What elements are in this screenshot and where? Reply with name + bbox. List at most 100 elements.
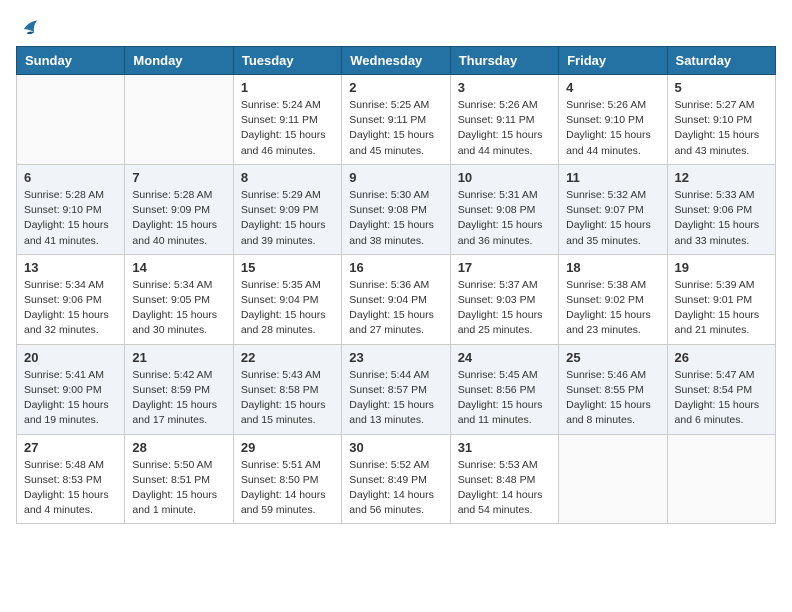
calendar-cell: 5 Sunrise: 5:27 AM Sunset: 9:10 PM Daylig… xyxy=(667,75,775,165)
calendar-cell: 14 Sunrise: 5:34 AM Sunset: 9:05 PM Dayli… xyxy=(125,254,233,344)
day-number: 28 xyxy=(132,440,225,455)
day-info: Sunrise: 5:51 AM Sunset: 8:50 PM Dayligh… xyxy=(241,458,334,519)
day-number: 18 xyxy=(566,260,659,275)
day-info: Sunrise: 5:34 AM Sunset: 9:05 PM Dayligh… xyxy=(132,278,225,339)
calendar-cell xyxy=(667,434,775,524)
calendar-cell: 12 Sunrise: 5:33 AM Sunset: 9:06 PM Dayli… xyxy=(667,164,775,254)
day-number: 5 xyxy=(675,80,768,95)
day-info: Sunrise: 5:44 AM Sunset: 8:57 PM Dayligh… xyxy=(349,368,442,429)
calendar-week-row: 20 Sunrise: 5:41 AM Sunset: 9:00 PM Dayli… xyxy=(17,344,776,434)
day-number: 27 xyxy=(24,440,117,455)
calendar-week-row: 13 Sunrise: 5:34 AM Sunset: 9:06 PM Dayli… xyxy=(17,254,776,344)
day-info: Sunrise: 5:48 AM Sunset: 8:53 PM Dayligh… xyxy=(24,458,117,519)
calendar-cell: 28 Sunrise: 5:50 AM Sunset: 8:51 PM Dayli… xyxy=(125,434,233,524)
day-number: 14 xyxy=(132,260,225,275)
day-number: 30 xyxy=(349,440,442,455)
day-info: Sunrise: 5:37 AM Sunset: 9:03 PM Dayligh… xyxy=(458,278,551,339)
day-info: Sunrise: 5:41 AM Sunset: 9:00 PM Dayligh… xyxy=(24,368,117,429)
calendar-cell: 11Sunrise: 5:32 AM Sunset: 9:07 PM Dayli… xyxy=(559,164,667,254)
weekday-header-saturday: Saturday xyxy=(667,47,775,75)
day-info: Sunrise: 5:42 AM Sunset: 8:59 PM Dayligh… xyxy=(132,368,225,429)
calendar-cell: 31 Sunrise: 5:53 AM Sunset: 8:48 PM Dayli… xyxy=(450,434,558,524)
day-info: Sunrise: 5:39 AM Sunset: 9:01 PM Dayligh… xyxy=(675,278,768,339)
day-info: Sunrise: 5:29 AM Sunset: 9:09 PM Dayligh… xyxy=(241,188,334,249)
day-number: 25 xyxy=(566,350,659,365)
day-info: Sunrise: 5:25 AM Sunset: 9:11 PM Dayligh… xyxy=(349,98,442,159)
day-number: 13 xyxy=(24,260,117,275)
day-info: Sunrise: 5:32 AM Sunset: 9:07 PM Dayligh… xyxy=(566,188,659,249)
day-number: 26 xyxy=(675,350,768,365)
day-info: Sunrise: 5:26 AM Sunset: 9:10 PM Dayligh… xyxy=(566,98,659,159)
calendar-table: SundayMondayTuesdayWednesdayThursdayFrid… xyxy=(16,46,776,524)
calendar-cell: 1 Sunrise: 5:24 AM Sunset: 9:11 PM Daylig… xyxy=(233,75,341,165)
day-number: 20 xyxy=(24,350,117,365)
day-number: 17 xyxy=(458,260,551,275)
calendar-cell: 21 Sunrise: 5:42 AM Sunset: 8:59 PM Dayli… xyxy=(125,344,233,434)
weekday-header-monday: Monday xyxy=(125,47,233,75)
calendar-cell: 13 Sunrise: 5:34 AM Sunset: 9:06 PM Dayli… xyxy=(17,254,125,344)
calendar-cell: 23 Sunrise: 5:44 AM Sunset: 8:57 PM Dayli… xyxy=(342,344,450,434)
calendar-cell: 27 Sunrise: 5:48 AM Sunset: 8:53 PM Dayli… xyxy=(17,434,125,524)
day-number: 10 xyxy=(458,170,551,185)
day-info: Sunrise: 5:27 AM Sunset: 9:10 PM Dayligh… xyxy=(675,98,768,159)
day-number: 15 xyxy=(241,260,334,275)
day-info: Sunrise: 5:45 AM Sunset: 8:56 PM Dayligh… xyxy=(458,368,551,429)
day-info: Sunrise: 5:36 AM Sunset: 9:04 PM Dayligh… xyxy=(349,278,442,339)
calendar-cell: 7Sunrise: 5:28 AM Sunset: 9:09 PM Daylig… xyxy=(125,164,233,254)
day-info: Sunrise: 5:34 AM Sunset: 9:06 PM Dayligh… xyxy=(24,278,117,339)
calendar-week-row: 27 Sunrise: 5:48 AM Sunset: 8:53 PM Dayli… xyxy=(17,434,776,524)
calendar-header-row: SundayMondayTuesdayWednesdayThursdayFrid… xyxy=(17,47,776,75)
calendar-cell: 26 Sunrise: 5:47 AM Sunset: 8:54 PM Dayli… xyxy=(667,344,775,434)
day-info: Sunrise: 5:30 AM Sunset: 9:08 PM Dayligh… xyxy=(349,188,442,249)
calendar-cell: 30 Sunrise: 5:52 AM Sunset: 8:49 PM Dayli… xyxy=(342,434,450,524)
day-number: 19 xyxy=(675,260,768,275)
day-info: Sunrise: 5:43 AM Sunset: 8:58 PM Dayligh… xyxy=(241,368,334,429)
day-number: 2 xyxy=(349,80,442,95)
calendar-week-row: 6Sunrise: 5:28 AM Sunset: 9:10 PM Daylig… xyxy=(17,164,776,254)
calendar-cell: 6Sunrise: 5:28 AM Sunset: 9:10 PM Daylig… xyxy=(17,164,125,254)
day-info: Sunrise: 5:50 AM Sunset: 8:51 PM Dayligh… xyxy=(132,458,225,519)
day-number: 23 xyxy=(349,350,442,365)
day-info: Sunrise: 5:52 AM Sunset: 8:49 PM Dayligh… xyxy=(349,458,442,519)
day-number: 31 xyxy=(458,440,551,455)
calendar-cell: 22 Sunrise: 5:43 AM Sunset: 8:58 PM Dayli… xyxy=(233,344,341,434)
day-number: 12 xyxy=(675,170,768,185)
calendar-cell: 15 Sunrise: 5:35 AM Sunset: 9:04 PM Dayli… xyxy=(233,254,341,344)
calendar-cell: 24 Sunrise: 5:45 AM Sunset: 8:56 PM Dayli… xyxy=(450,344,558,434)
weekday-header-sunday: Sunday xyxy=(17,47,125,75)
day-info: Sunrise: 5:35 AM Sunset: 9:04 PM Dayligh… xyxy=(241,278,334,339)
calendar-cell: 3 Sunrise: 5:26 AM Sunset: 9:11 PM Daylig… xyxy=(450,75,558,165)
day-info: Sunrise: 5:26 AM Sunset: 9:11 PM Dayligh… xyxy=(458,98,551,159)
day-info: Sunrise: 5:31 AM Sunset: 9:08 PM Dayligh… xyxy=(458,188,551,249)
calendar-cell: 29Sunrise: 5:51 AM Sunset: 8:50 PM Dayli… xyxy=(233,434,341,524)
day-number: 9 xyxy=(349,170,442,185)
day-info: Sunrise: 5:47 AM Sunset: 8:54 PM Dayligh… xyxy=(675,368,768,429)
day-number: 3 xyxy=(458,80,551,95)
day-number: 21 xyxy=(132,350,225,365)
calendar-cell: 4 Sunrise: 5:26 AM Sunset: 9:10 PM Daylig… xyxy=(559,75,667,165)
day-info: Sunrise: 5:24 AM Sunset: 9:11 PM Dayligh… xyxy=(241,98,334,159)
day-number: 22 xyxy=(241,350,334,365)
calendar-cell: 2 Sunrise: 5:25 AM Sunset: 9:11 PM Daylig… xyxy=(342,75,450,165)
calendar-week-row: 1 Sunrise: 5:24 AM Sunset: 9:11 PM Daylig… xyxy=(17,75,776,165)
calendar-cell xyxy=(17,75,125,165)
calendar-cell: 16Sunrise: 5:36 AM Sunset: 9:04 PM Dayli… xyxy=(342,254,450,344)
day-number: 1 xyxy=(241,80,334,95)
calendar-cell xyxy=(125,75,233,165)
weekday-header-wednesday: Wednesday xyxy=(342,47,450,75)
weekday-header-tuesday: Tuesday xyxy=(233,47,341,75)
calendar-cell xyxy=(559,434,667,524)
day-number: 6 xyxy=(24,170,117,185)
calendar-cell: 9 Sunrise: 5:30 AM Sunset: 9:08 PM Daylig… xyxy=(342,164,450,254)
day-number: 24 xyxy=(458,350,551,365)
calendar-cell: 20 Sunrise: 5:41 AM Sunset: 9:00 PM Dayli… xyxy=(17,344,125,434)
day-info: Sunrise: 5:38 AM Sunset: 9:02 PM Dayligh… xyxy=(566,278,659,339)
day-info: Sunrise: 5:28 AM Sunset: 9:09 PM Dayligh… xyxy=(132,188,225,249)
logo-bird-icon xyxy=(18,16,40,38)
day-info: Sunrise: 5:53 AM Sunset: 8:48 PM Dayligh… xyxy=(458,458,551,519)
calendar-cell: 8Sunrise: 5:29 AM Sunset: 9:09 PM Daylig… xyxy=(233,164,341,254)
day-number: 4 xyxy=(566,80,659,95)
day-info: Sunrise: 5:33 AM Sunset: 9:06 PM Dayligh… xyxy=(675,188,768,249)
logo xyxy=(16,16,40,34)
calendar-cell: 18 Sunrise: 5:38 AM Sunset: 9:02 PM Dayli… xyxy=(559,254,667,344)
